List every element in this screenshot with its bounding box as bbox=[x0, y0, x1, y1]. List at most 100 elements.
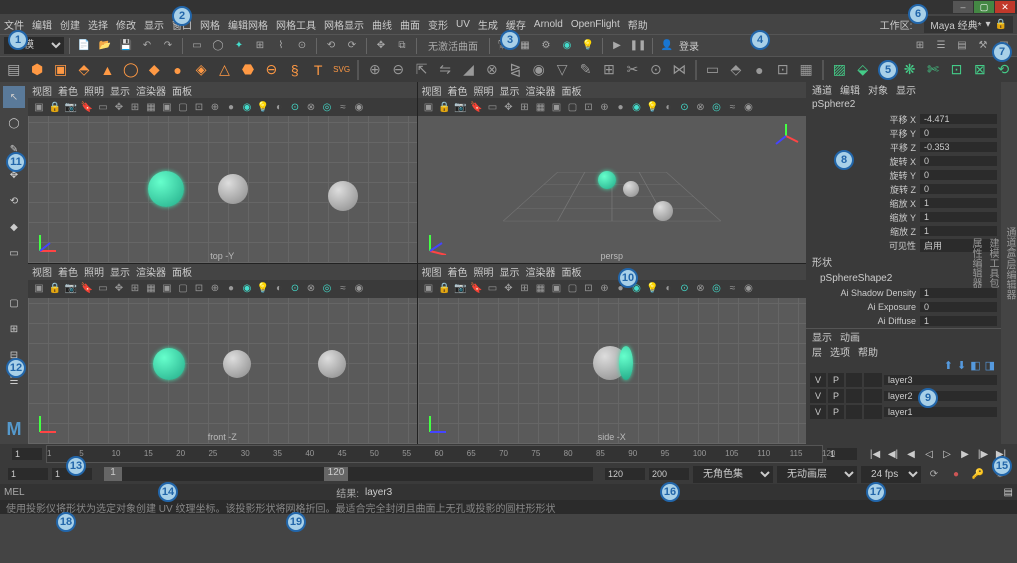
paint-select-icon[interactable]: ✦ bbox=[230, 37, 248, 55]
layout-two-icon[interactable]: ⊟ bbox=[3, 344, 25, 366]
vp-camera-icon[interactable]: 📷 bbox=[64, 100, 78, 114]
tab-edit[interactable]: 编辑 bbox=[840, 82, 860, 97]
select-mode-icon[interactable]: ▭ bbox=[188, 37, 206, 55]
side-tab-modeling-toolkit[interactable]: 建模工具包 bbox=[985, 238, 1000, 288]
object-name[interactable]: pSphere2 bbox=[806, 97, 1001, 112]
sphere-2-persp[interactable] bbox=[623, 181, 639, 197]
layout-four-icon[interactable]: ⊞ bbox=[3, 318, 25, 340]
uv-auto-icon[interactable]: ⊡ bbox=[773, 59, 792, 81]
layer-row[interactable]: VPlayer2 bbox=[810, 388, 997, 404]
bevel-icon[interactable]: ◢ bbox=[459, 59, 478, 81]
layer-visible-toggle[interactable]: V bbox=[810, 405, 826, 419]
poly-prism-icon[interactable]: ⬣ bbox=[238, 59, 257, 81]
tab-show[interactable]: 显示 bbox=[896, 82, 916, 97]
sphere-2[interactable] bbox=[218, 174, 248, 204]
viewport-persp[interactable]: 视图着色照明显示渲染器面板 ▣🔒📷🔖▭✥⊞▦▣▢⊡⊕●◉💡◐⊙⊗◎≈◉ pers… bbox=[418, 82, 807, 263]
new-scene-icon[interactable]: 📄 bbox=[75, 37, 93, 55]
vp-bookmark-icon[interactable]: 🔖 bbox=[80, 100, 94, 114]
layer-name[interactable]: layer1 bbox=[884, 407, 997, 417]
close-button[interactable]: ✕ bbox=[995, 1, 1015, 13]
account-icon[interactable]: 👤 bbox=[658, 37, 676, 55]
vp-lights-icon[interactable]: 💡 bbox=[256, 100, 270, 114]
layer-type-cell[interactable] bbox=[846, 405, 862, 419]
play-back-icon[interactable]: ◁ bbox=[921, 447, 937, 461]
reduce-icon[interactable]: ▽ bbox=[552, 59, 571, 81]
save-scene-icon[interactable]: 💾 bbox=[117, 37, 135, 55]
sphere-3-persp[interactable] bbox=[653, 201, 673, 221]
attr-editor-toggle-icon[interactable]: ▤ bbox=[953, 37, 971, 55]
vp-menu-renderer[interactable]: 渲染器 bbox=[136, 83, 166, 98]
connect-icon[interactable]: ⋈ bbox=[670, 59, 689, 81]
shelf-tab-icon[interactable]: ▤ bbox=[4, 59, 23, 81]
menu-meshtools[interactable]: 网格工具 bbox=[276, 17, 316, 32]
vp-camera-select-icon[interactable]: ▣ bbox=[32, 100, 46, 114]
hypershade-icon[interactable]: ◉ bbox=[558, 37, 576, 55]
layer-row[interactable]: VPlayer3 bbox=[810, 372, 997, 388]
layer-menu-help[interactable]: 帮助 bbox=[858, 344, 878, 358]
sym-icon[interactable]: ⧉ bbox=[393, 37, 411, 55]
layer-playback-toggle[interactable]: P bbox=[828, 389, 844, 403]
vp-image-plane-icon[interactable]: ▭ bbox=[96, 100, 110, 114]
outliner-toggle-icon[interactable]: ☰ bbox=[932, 37, 950, 55]
vp-res-gate-icon[interactable]: ▣ bbox=[160, 100, 174, 114]
vp-dof-icon[interactable]: ◉ bbox=[352, 100, 366, 114]
step-back-key-icon[interactable]: ◀| bbox=[885, 447, 901, 461]
menu-modify[interactable]: 修改 bbox=[116, 17, 136, 32]
layer-color-swatch[interactable] bbox=[864, 373, 882, 387]
attr-value[interactable]: 0 bbox=[920, 302, 997, 312]
menu-create[interactable]: 创建 bbox=[60, 17, 80, 32]
xgen-place-icon[interactable]: ⊡ bbox=[947, 59, 966, 81]
playblast-icon[interactable]: ▶ bbox=[608, 37, 626, 55]
sphere-3-front[interactable] bbox=[318, 350, 346, 378]
render-ipr-icon[interactable]: ▦ bbox=[516, 37, 534, 55]
uv-editor-icon[interactable]: ▦ bbox=[796, 59, 815, 81]
layer-color-swatch[interactable] bbox=[864, 405, 882, 419]
poly-helix-icon[interactable]: § bbox=[285, 59, 304, 81]
vp-menu-view[interactable]: 视图 bbox=[32, 83, 52, 98]
xgen-guide-icon[interactable]: ⬙ bbox=[853, 59, 872, 81]
attr-value[interactable]: 0 bbox=[920, 128, 997, 138]
snap-curve-icon[interactable]: ⌇ bbox=[272, 37, 290, 55]
time-start-field[interactable] bbox=[12, 448, 42, 460]
channel-box-toggle-icon[interactable]: ▥ bbox=[995, 37, 1013, 55]
step-forward-icon[interactable]: ▶ bbox=[957, 447, 973, 461]
layer-visible-toggle[interactable]: V bbox=[810, 389, 826, 403]
range-end-field[interactable] bbox=[649, 468, 689, 480]
time-slider[interactable]: 1510152025303540455055606570758085909510… bbox=[0, 444, 1017, 464]
vp-menu-show[interactable]: 显示 bbox=[110, 83, 130, 98]
layer-menu-options[interactable]: 选项 bbox=[830, 344, 850, 358]
script-editor-icon[interactable]: ▤ bbox=[1004, 487, 1013, 498]
lasso-tool[interactable]: ◯ bbox=[3, 112, 25, 134]
multi-cut-icon[interactable]: ✂ bbox=[623, 59, 642, 81]
svg-tool-icon[interactable]: SVG bbox=[332, 59, 351, 81]
vp-xray-icon[interactable]: ⊗ bbox=[304, 100, 318, 114]
sphere-selected-persp[interactable] bbox=[598, 171, 616, 189]
play-forward-icon[interactable]: ▷ bbox=[939, 447, 955, 461]
go-to-start-icon[interactable]: |◀ bbox=[867, 447, 883, 461]
panel-layout-icon[interactable]: ⊞ bbox=[911, 37, 929, 55]
bridge-icon[interactable]: ⇋ bbox=[435, 59, 454, 81]
menu-arnold[interactable]: Arnold bbox=[534, 19, 563, 30]
poly-pyramid-icon[interactable]: △ bbox=[215, 59, 234, 81]
layer-type-cell[interactable] bbox=[846, 389, 862, 403]
step-forward-key-icon[interactable]: |▶ bbox=[975, 447, 991, 461]
redo-icon[interactable]: ↷ bbox=[159, 37, 177, 55]
move-tool[interactable]: ✥ bbox=[3, 164, 25, 186]
select-tool[interactable]: ↖ bbox=[3, 86, 25, 108]
attr-value[interactable]: 1 bbox=[920, 226, 997, 236]
uv-planar-icon[interactable]: ▭ bbox=[703, 59, 722, 81]
sphere-selected-side[interactable] bbox=[619, 346, 633, 380]
layout-single-icon[interactable]: ▢ bbox=[3, 292, 25, 314]
quad-draw-icon[interactable]: ⊞ bbox=[599, 59, 618, 81]
menu-mesh[interactable]: 网格 bbox=[200, 17, 220, 32]
menu-openflight[interactable]: OpenFlight bbox=[571, 19, 620, 30]
tab-anim-layers[interactable]: 动画 bbox=[840, 329, 860, 344]
vp-motion-blur-icon[interactable]: ≈ bbox=[336, 100, 350, 114]
vp-isolate-icon[interactable]: ⊙ bbox=[288, 100, 302, 114]
menu-file[interactable]: 文件 bbox=[4, 17, 24, 32]
light-editor-icon[interactable]: 💡 bbox=[579, 37, 597, 55]
command-line[interactable]: MEL 结果: layer3 ▤ bbox=[0, 484, 1017, 500]
render-icon[interactable]: 🎬 bbox=[495, 37, 513, 55]
mode-combo[interactable]: 建模 bbox=[4, 37, 64, 54]
loop-icon[interactable]: ⟳ bbox=[925, 465, 943, 483]
